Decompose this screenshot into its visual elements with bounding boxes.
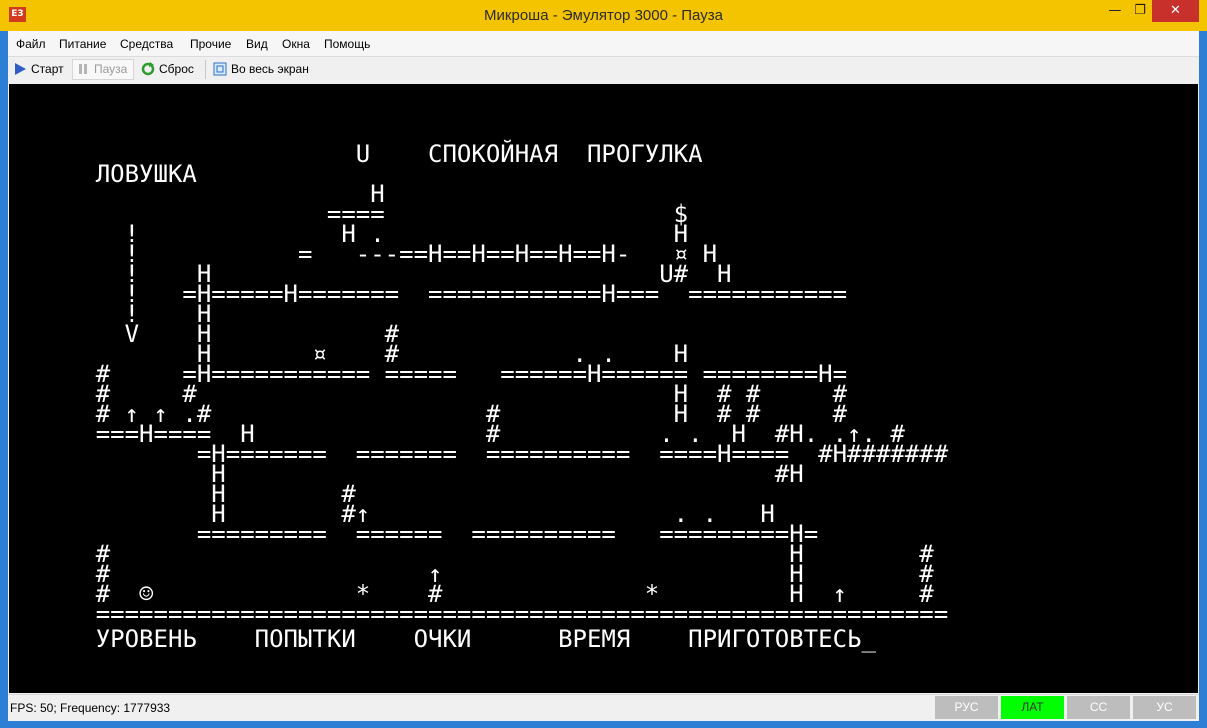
fullscreen-icon — [213, 62, 227, 76]
start-label: Старт — [31, 62, 64, 76]
menu-windows[interactable]: Окна — [282, 37, 310, 51]
menu-view[interactable]: Вид — [246, 37, 268, 51]
menu-bar: Файл Питание Средства Прочие Вид Окна По… — [8, 31, 1199, 57]
pause-button[interactable]: Пауза — [72, 59, 134, 80]
reset-label: Сброс — [159, 62, 194, 76]
window-title: Микроша - Эмулятор 3000 - Пауза — [484, 7, 723, 24]
floor-row: ========================================… — [9, 600, 949, 628]
reset-icon — [141, 62, 155, 76]
emulator-screen[interactable]: U СПОКОЙНАЯ ПРОГУЛКА ЛОВУШКА H ==== $ ! … — [9, 84, 1198, 693]
status-bar: FPS: 50; Frequency: 1777933 РУС ЛАТ СС У… — [8, 694, 1199, 721]
menu-help[interactable]: Помощь — [324, 37, 370, 51]
maximize-icon[interactable]: ❐ — [1128, 0, 1152, 22]
indicator-lat: ЛАТ — [1001, 696, 1064, 719]
fullscreen-button[interactable]: Во весь экран — [210, 59, 325, 80]
toolbar-separator — [205, 60, 206, 79]
reset-button[interactable]: Сброс — [138, 59, 200, 80]
indicator-ss: СС — [1067, 696, 1130, 719]
fps-status: FPS: 50; Frequency: 1777933 — [10, 701, 171, 715]
menu-file[interactable]: Файл — [16, 37, 46, 51]
play-icon — [15, 63, 26, 75]
pause-icon — [79, 64, 87, 74]
minimize-icon[interactable]: — — [1102, 0, 1128, 22]
menu-tools[interactable]: Средства — [120, 37, 173, 51]
menu-other[interactable]: Прочие — [190, 37, 231, 51]
toolbar: Старт Пауза Сброс Во весь экран — [8, 57, 1199, 82]
fullscreen-label: Во весь экран — [231, 62, 309, 76]
start-button[interactable]: Старт — [10, 59, 70, 80]
indicator-us: УС — [1133, 696, 1196, 719]
hud-row: УРОВЕНЬ ПОПЫТКИ ОЧКИ ВРЕМЯ ПРИГОТОВТЕСЬ_ — [9, 625, 876, 653]
close-icon[interactable]: ✕ — [1152, 0, 1199, 22]
menu-power[interactable]: Питание — [59, 37, 106, 51]
pause-label: Пауза — [94, 62, 128, 76]
indicator-rus: РУС — [935, 696, 998, 719]
window-frame: Файл Питание Средства Прочие Вид Окна По… — [8, 31, 1199, 721]
title-bar[interactable]: E3 Микроша - Эмулятор 3000 - Пауза — ❐ ✕ — [0, 0, 1207, 31]
